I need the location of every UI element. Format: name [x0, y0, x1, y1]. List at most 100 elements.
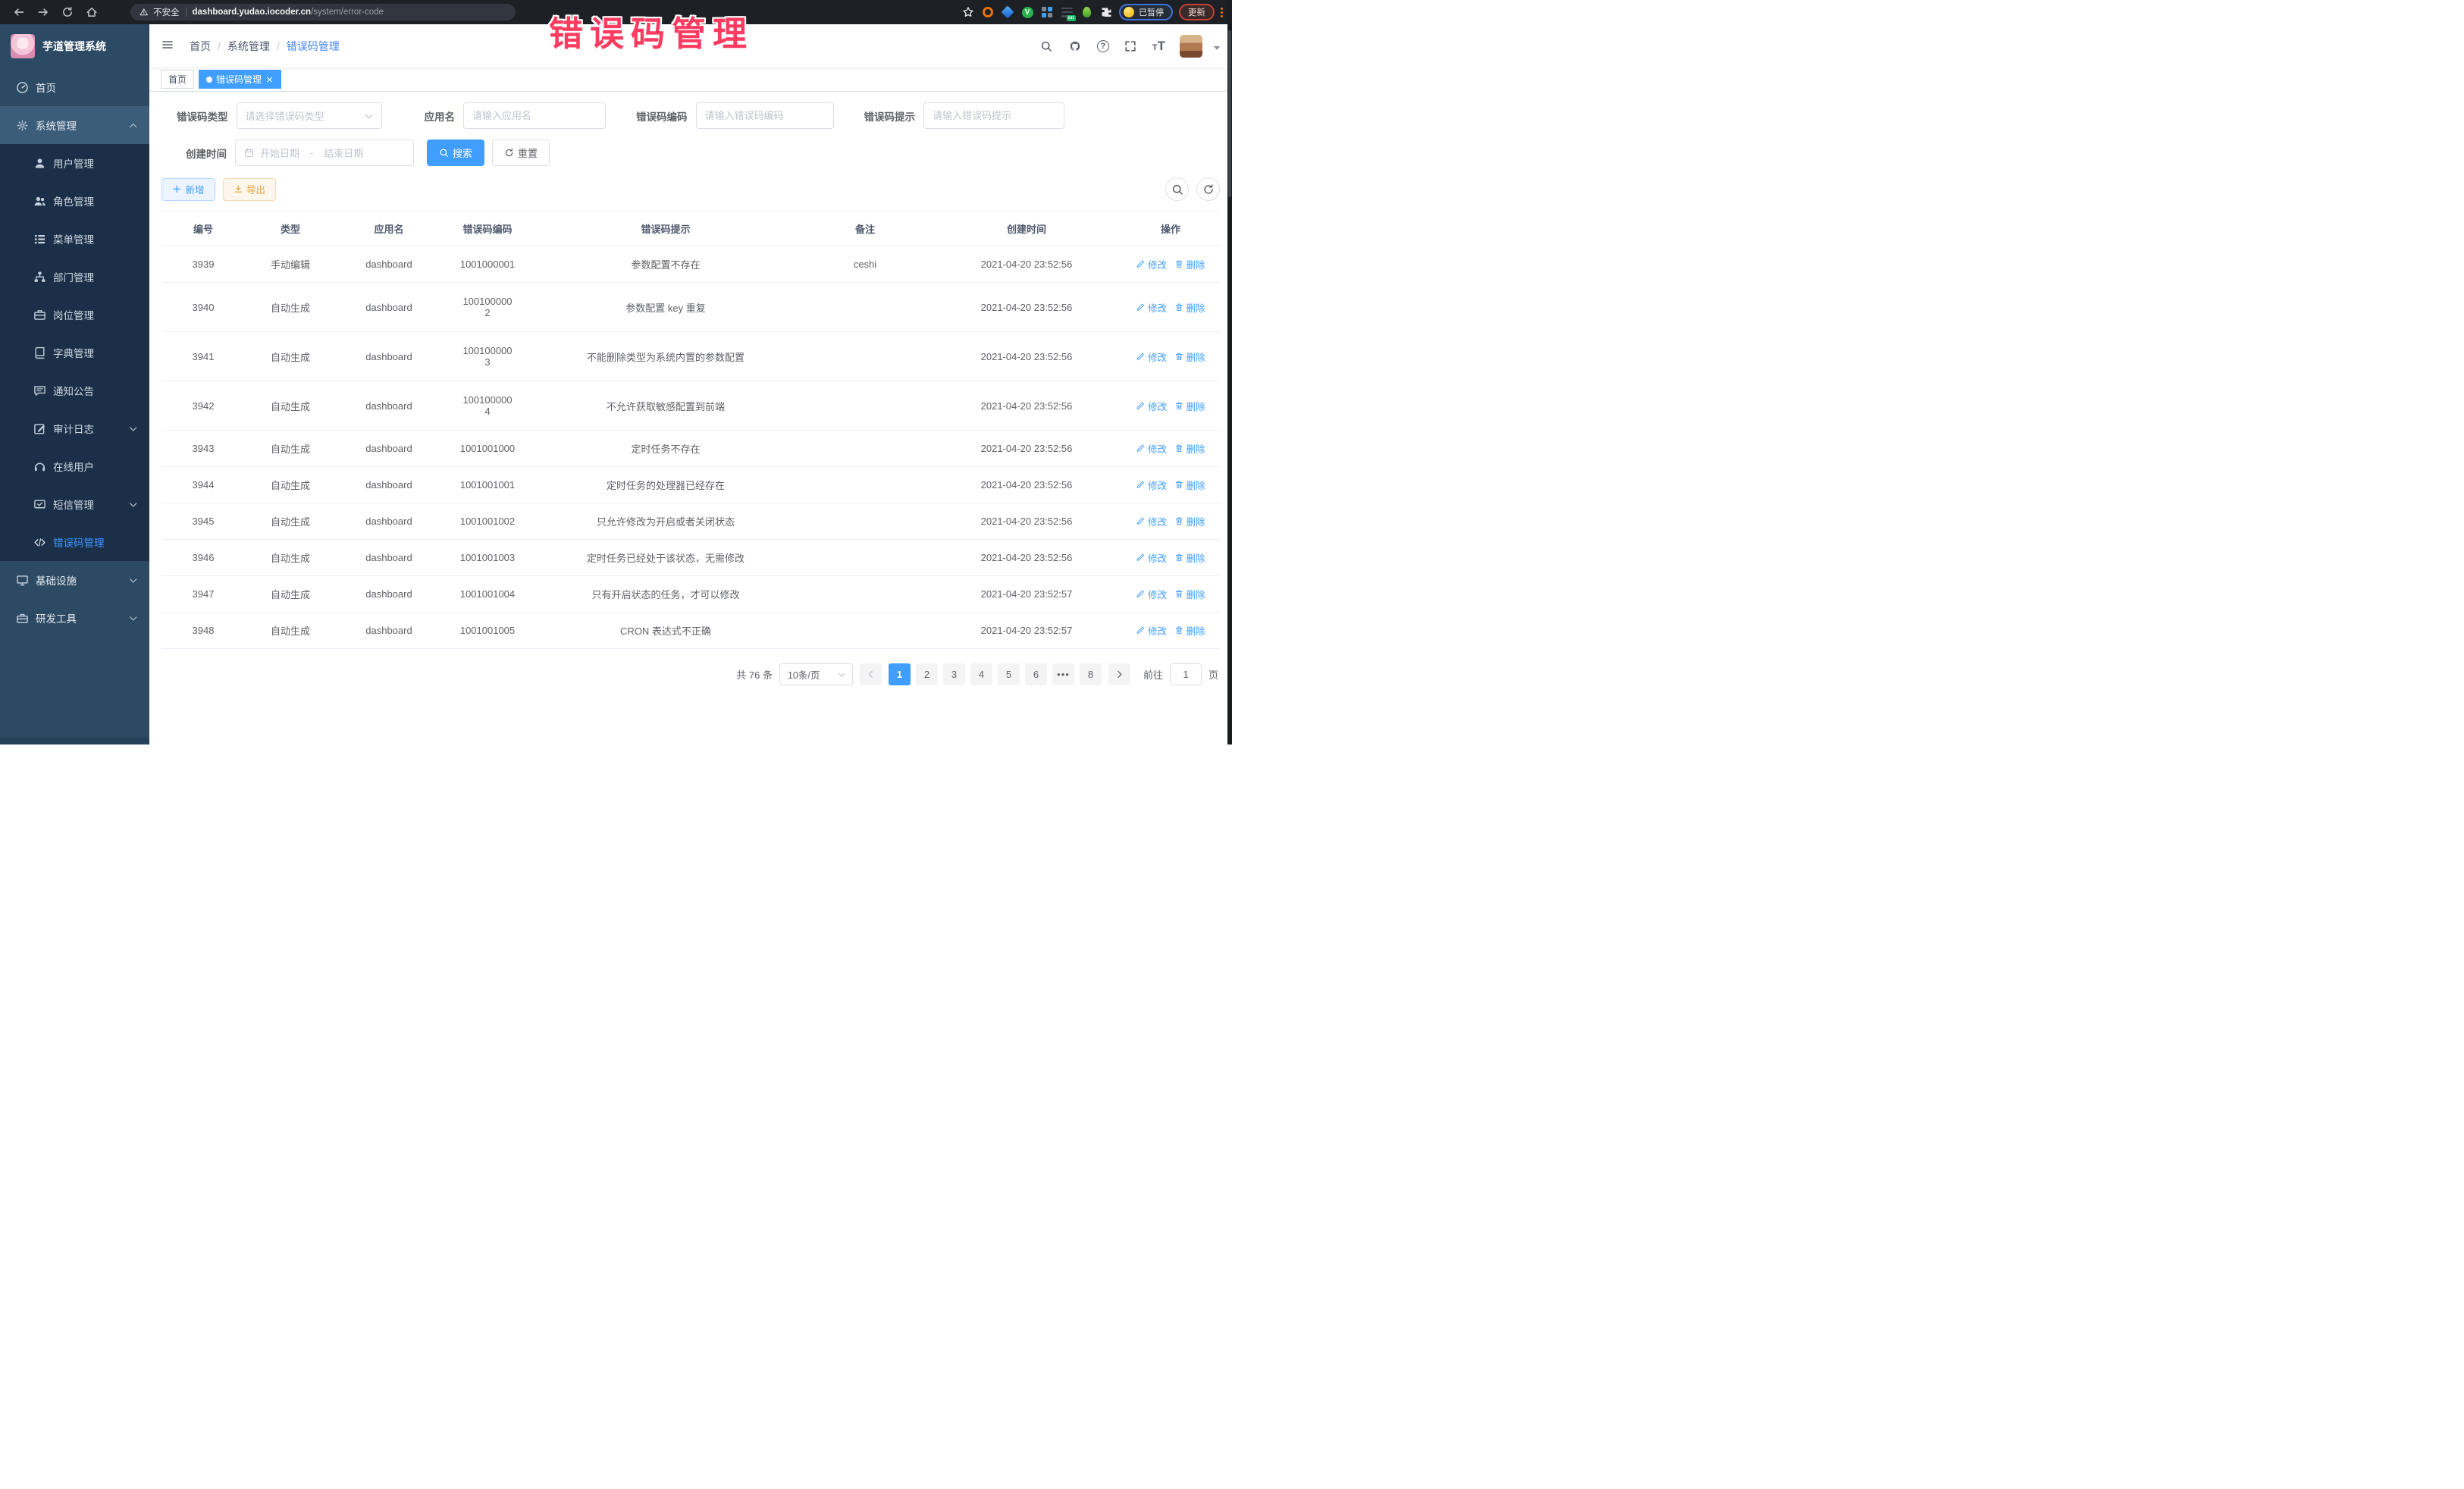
page-button[interactable]: 1 [889, 663, 911, 685]
error-type-select[interactable]: 请选择错误码类型 [237, 102, 382, 129]
page-size-select[interactable]: 10条/页 [779, 663, 853, 685]
edit-link[interactable]: 修改 [1136, 399, 1167, 413]
reload-icon[interactable] [61, 5, 74, 19]
date-range-picker[interactable]: 开始日期 - 结束日期 [235, 139, 414, 166]
sidebar-collapse-strip[interactable] [0, 738, 149, 744]
page-button[interactable]: 2 [916, 663, 938, 685]
sidebar-item-post[interactable]: 岗位管理 [0, 296, 149, 334]
app-name-input[interactable] [472, 110, 597, 121]
search-button[interactable]: 搜索 [427, 139, 484, 166]
next-page-button[interactable] [1108, 663, 1130, 685]
cell-create-time: 2021-04-20 23:52:56 [932, 540, 1121, 575]
edit-link[interactable]: 修改 [1136, 257, 1167, 271]
browser-menu-kebab-icon[interactable] [1221, 8, 1223, 17]
delete-link[interactable]: 删除 [1174, 587, 1205, 601]
page-button[interactable]: 5 [998, 663, 1020, 685]
header-search-icon[interactable] [1039, 39, 1054, 53]
cell-app-name: dashboard [336, 467, 442, 503]
github-icon[interactable] [1068, 39, 1083, 53]
sidebar-item-audit-log[interactable]: 审计日志 [0, 409, 149, 447]
security-label[interactable]: 不安全 [153, 6, 180, 18]
delete-link[interactable]: 删除 [1174, 300, 1205, 315]
home-icon[interactable] [85, 5, 99, 19]
chevron-down-icon [837, 670, 846, 679]
show-search-icon[interactable] [1165, 177, 1189, 201]
delete-link[interactable]: 删除 [1174, 478, 1205, 492]
sidebar-item-dev-tools[interactable]: 研发工具 [0, 599, 149, 637]
sidebar-item-role[interactable]: 角色管理 [0, 182, 149, 220]
delete-link[interactable]: 删除 [1174, 441, 1205, 456]
page-button[interactable]: 3 [943, 663, 965, 685]
extension-switch-on-icon[interactable]: on [1060, 5, 1074, 19]
sidebar-item-notice[interactable]: 通知公告 [0, 371, 149, 409]
forward-icon[interactable] [36, 5, 50, 19]
edit-link[interactable]: 修改 [1136, 300, 1167, 315]
edit-link[interactable]: 修改 [1136, 514, 1167, 528]
delete-link[interactable]: 删除 [1174, 350, 1205, 364]
address-bar[interactable]: 不安全 dashboard.yudao.iocoder.cn/system/er… [130, 4, 516, 20]
export-button[interactable]: 导出 [223, 178, 277, 201]
extension-vue-icon[interactable]: V [1020, 5, 1034, 19]
page-button[interactable]: 8 [1080, 663, 1102, 685]
delete-link[interactable]: 删除 [1174, 257, 1205, 271]
delete-link[interactable]: 删除 [1174, 514, 1205, 528]
extension-blue-gem-icon[interactable] [1001, 5, 1014, 19]
cell-id: 3941 [161, 332, 245, 381]
edit-link[interactable]: 修改 [1136, 478, 1167, 492]
cell-actions: 修改 删除 [1121, 381, 1220, 430]
sidebar-item-online-user[interactable]: 在线用户 [0, 447, 149, 485]
page-button[interactable]: 4 [970, 663, 992, 685]
sidebar-item-error-code[interactable]: 错误码管理 [0, 523, 149, 561]
extensions-puzzle-icon[interactable] [1099, 5, 1113, 19]
table-row: 3946 自动生成 dashboard 1001001003 定时任务已经处于该… [161, 540, 1220, 576]
fullscreen-icon[interactable] [1124, 39, 1138, 53]
extension-green-pin-icon[interactable] [1080, 5, 1093, 19]
help-icon[interactable]: ? [1097, 40, 1109, 52]
edit-link[interactable]: 修改 [1136, 587, 1167, 601]
extension-orange-ring-icon[interactable] [981, 5, 995, 19]
sidebar-item-home[interactable]: 首页 [0, 68, 149, 106]
sidebar-item-menu[interactable]: 菜单管理 [0, 220, 149, 258]
page-button[interactable]: 6 [1025, 663, 1047, 685]
chevron-up-icon [128, 121, 137, 130]
back-icon[interactable] [12, 5, 26, 19]
profile-paused-pill[interactable]: 已暂停 [1119, 4, 1173, 20]
sidebar-item-dept[interactable]: 部门管理 [0, 258, 149, 296]
browser-scrollbar[interactable] [1227, 0, 1232, 744]
sidebar-item-dict[interactable]: 字典管理 [0, 334, 149, 371]
reset-button[interactable]: 重置 [492, 139, 550, 166]
avatar-caret-icon[interactable] [1211, 42, 1220, 51]
logo[interactable]: 芋道管理系统 [0, 24, 149, 68]
hint-input[interactable] [933, 110, 1055, 121]
hamburger-icon[interactable] [161, 39, 177, 54]
cell-code: 1001001000 [442, 431, 533, 466]
edit-link[interactable]: 修改 [1136, 350, 1167, 364]
delete-link[interactable]: 删除 [1174, 399, 1205, 413]
more-pages-button[interactable]: ••• [1052, 663, 1074, 685]
close-icon[interactable] [265, 75, 274, 83]
sidebar-item-sms[interactable]: 短信管理 [0, 485, 149, 523]
tab[interactable]: 错误码管理 [199, 70, 281, 89]
prev-page-button[interactable] [860, 663, 882, 685]
add-button[interactable]: 新增 [161, 178, 215, 201]
browser-update-button[interactable]: 更新 [1179, 4, 1215, 20]
extension-grid-icon[interactable] [1040, 5, 1054, 19]
delete-link[interactable]: 删除 [1174, 550, 1205, 565]
bookmark-star-icon[interactable] [961, 5, 975, 19]
delete-link[interactable]: 删除 [1174, 623, 1205, 638]
tab[interactable]: 首页 [161, 70, 194, 89]
reset-button-label: 重置 [518, 146, 538, 160]
breadcrumb-item[interactable]: 系统管理 [227, 39, 270, 54]
sidebar-item-infrastructure[interactable]: 基础设施 [0, 561, 149, 599]
goto-page-input[interactable] [1170, 663, 1202, 685]
code-input[interactable] [705, 110, 825, 121]
breadcrumb-item[interactable]: 首页 [190, 39, 211, 54]
edit-link[interactable]: 修改 [1136, 550, 1167, 565]
edit-link[interactable]: 修改 [1136, 441, 1167, 456]
font-size-icon[interactable]: TT [1152, 39, 1165, 52]
edit-link[interactable]: 修改 [1136, 623, 1167, 638]
sidebar-item-user[interactable]: 用户管理 [0, 144, 149, 182]
sidebar-item-system[interactable]: 系统管理 [0, 106, 149, 144]
refresh-table-icon[interactable] [1196, 177, 1220, 201]
user-avatar[interactable] [1180, 35, 1202, 58]
